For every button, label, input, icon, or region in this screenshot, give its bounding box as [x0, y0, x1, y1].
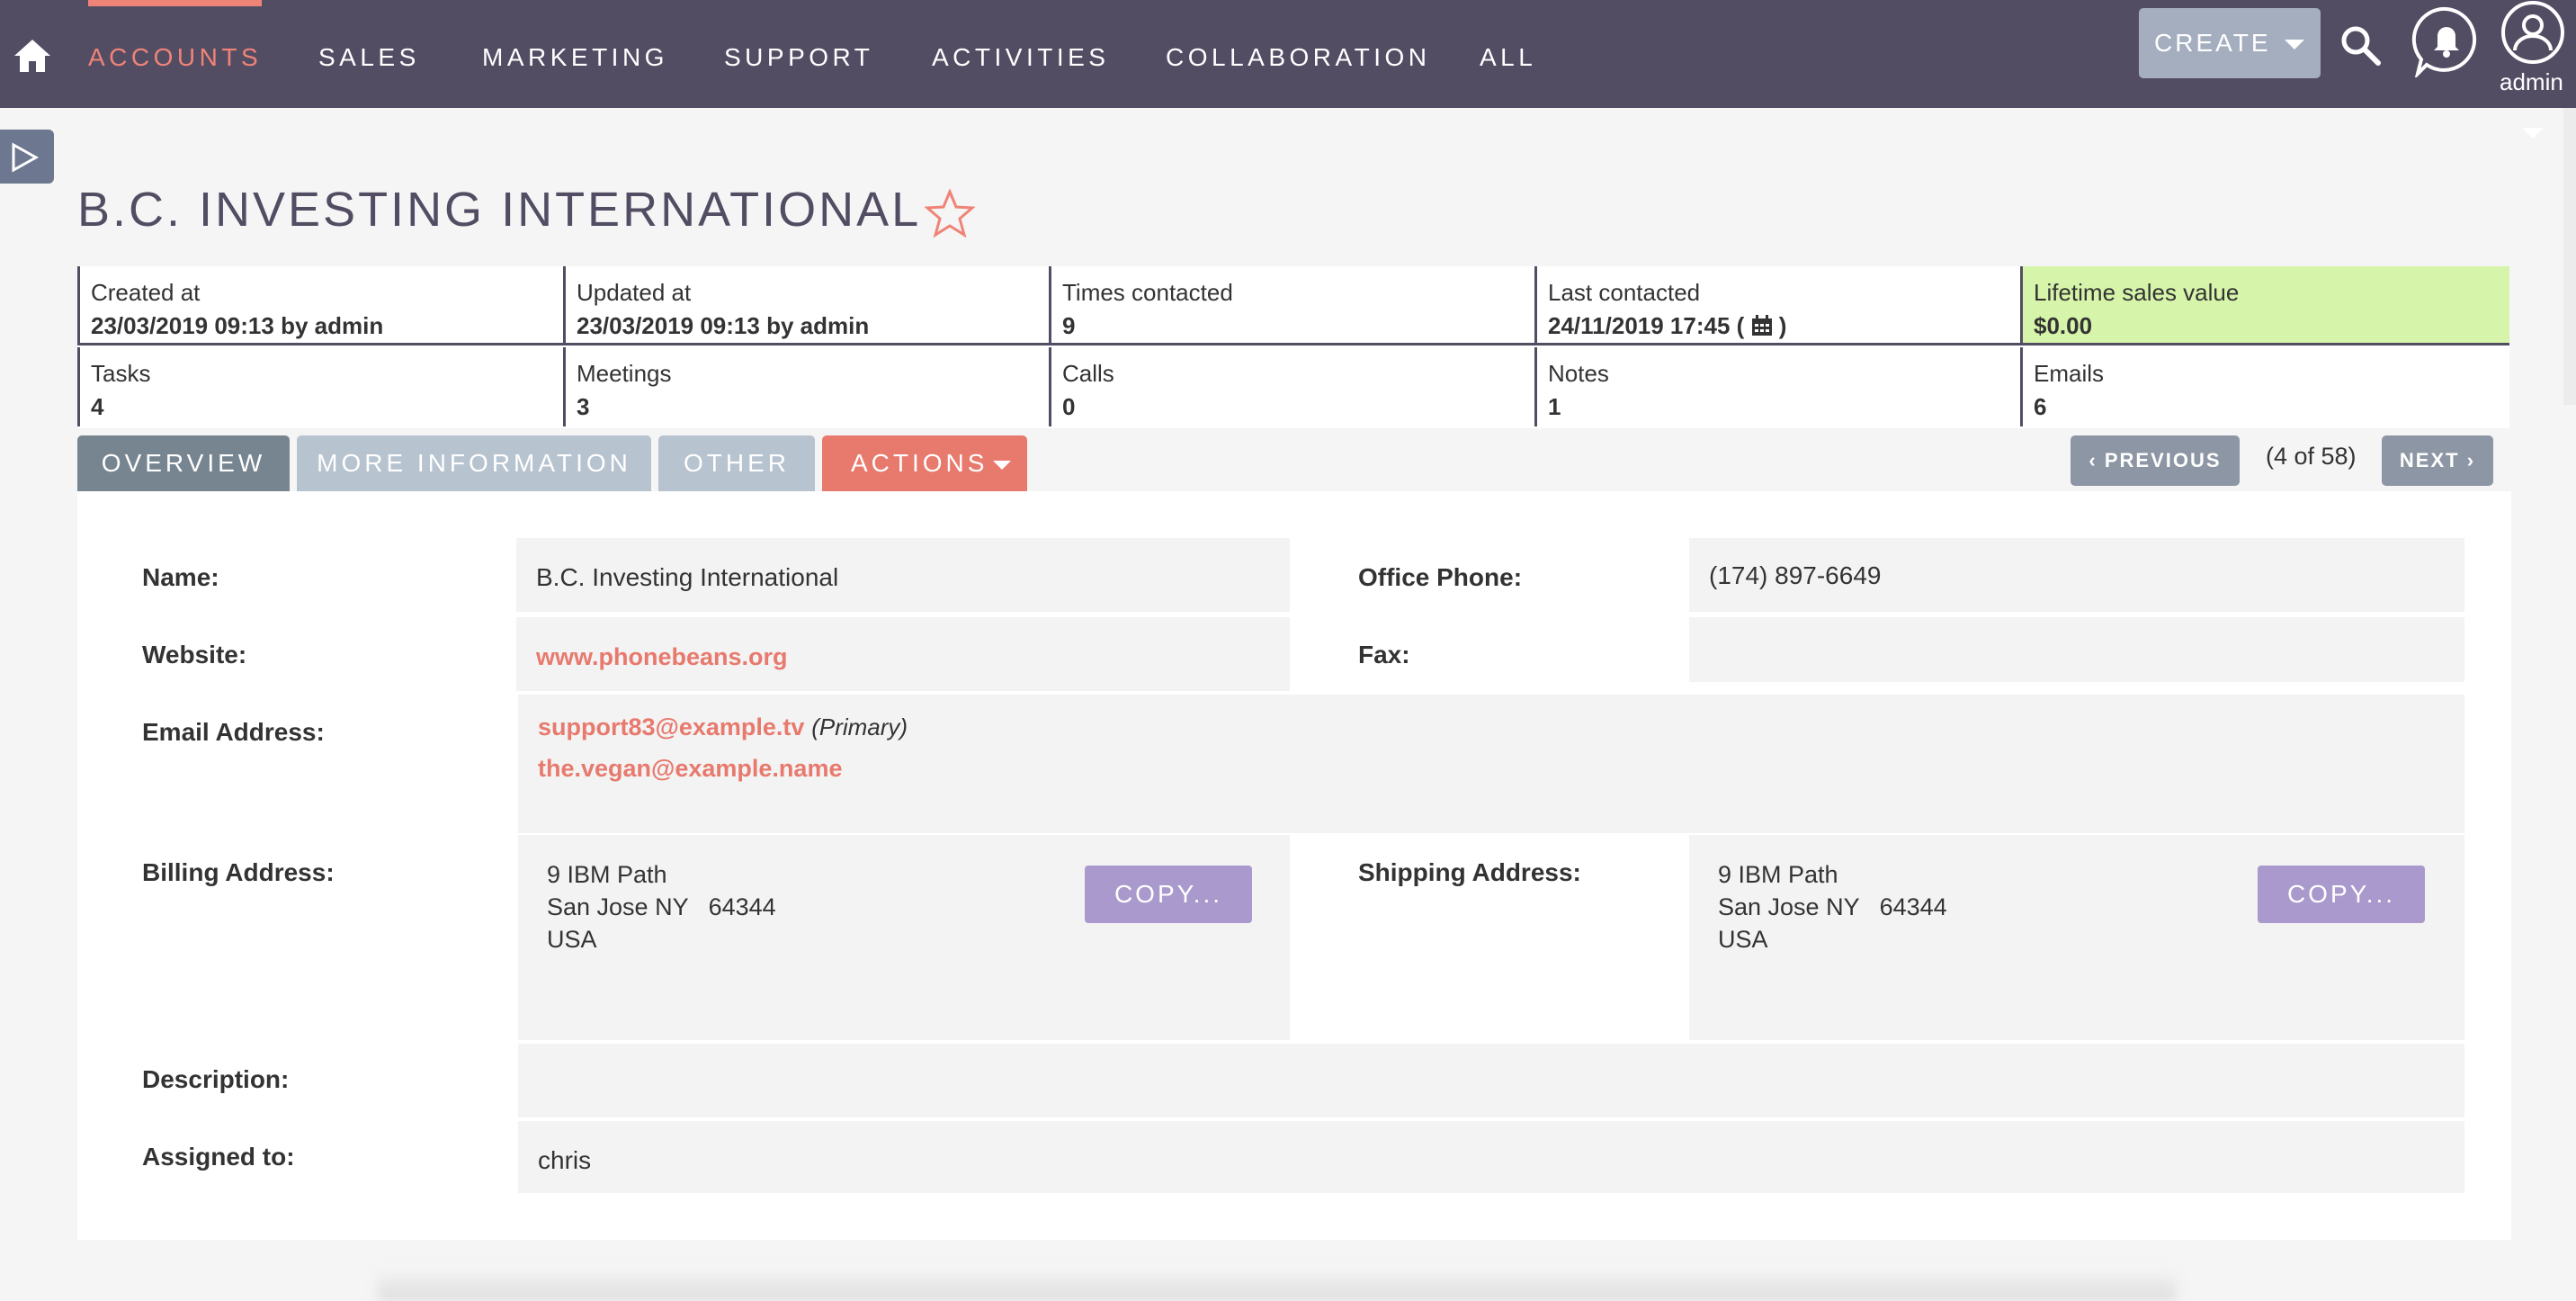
previous-button-label: PREVIOUS: [2104, 449, 2222, 471]
stat-label: Calls: [1062, 360, 1114, 387]
assigned-to-label: Assigned to:: [142, 1143, 295, 1171]
office-phone-label: Office Phone:: [1358, 563, 1523, 591]
previous-button[interactable]: ‹ PREVIOUS: [2071, 435, 2240, 486]
user-menu-caret-icon[interactable]: [2522, 128, 2544, 139]
stat-value: 9: [1062, 312, 1076, 339]
nav-item-support[interactable]: SUPPORT: [724, 0, 873, 108]
record-stats: Created at 23/03/2019 09:13 by admin Upd…: [77, 266, 2509, 428]
star-icon[interactable]: [925, 189, 975, 239]
nav-item-collaboration[interactable]: COLLABORATION: [1166, 0, 1430, 108]
detail-panel: Name: B.C. Investing International Offic…: [77, 491, 2511, 1240]
record-position: (4 of 58): [2266, 443, 2357, 470]
billing-address-field: 9 IBM Path San Jose NY 64344 USA COPY...: [518, 835, 1290, 1040]
tab-overview[interactable]: OVERVIEW: [77, 435, 290, 491]
stat-label: Emails: [2034, 360, 2105, 387]
stat-value: 4: [91, 393, 104, 420]
sidebar-toggle-button[interactable]: [0, 130, 54, 184]
scrollbar[interactable]: [2563, 108, 2576, 405]
stat-notes: Notes 1: [1534, 347, 2020, 426]
chevron-left-icon: ‹: [2089, 449, 2105, 471]
page-title: B.C. INVESTING INTERNATIONAL: [77, 183, 922, 237]
email-field: support83@example.tv (Primary) the.vegan…: [518, 695, 2464, 833]
shipping-line: USA: [1718, 926, 1768, 953]
stat-label: Created at: [91, 279, 201, 306]
description-field[interactable]: [518, 1044, 2464, 1117]
shipping-address-field: 9 IBM Path San Jose NY 64344 USA COPY...: [1689, 835, 2464, 1040]
nav-item-sales[interactable]: SALES: [318, 0, 420, 108]
stat-label: Tasks: [91, 360, 151, 387]
stat-updated-at: Updated at 23/03/2019 09:13 by admin: [563, 266, 1049, 345]
tab-actions[interactable]: ACTIONS: [822, 435, 1027, 491]
website-label: Website:: [142, 641, 247, 668]
stat-label: Last contacted: [1548, 279, 1701, 306]
nav-item-marketing[interactable]: MARKETING: [482, 0, 668, 108]
top-nav: ACCOUNTS SALES MARKETING SUPPORT ACTIVIT…: [0, 0, 2576, 108]
chevron-down-icon: [2285, 40, 2304, 49]
calendar-icon[interactable]: [1751, 315, 1773, 336]
copy-billing-button[interactable]: COPY...: [1085, 866, 1252, 923]
stat-value: 1: [1548, 393, 1561, 420]
search-icon[interactable]: [2339, 23, 2382, 67]
tab-actions-label: ACTIONS: [851, 449, 988, 477]
sidebar-toggle-icon: [12, 142, 40, 173]
last-contacted-suffix: ): [1778, 312, 1787, 339]
next-button-label: NEXT: [2399, 449, 2460, 471]
description-label: Description:: [142, 1065, 290, 1093]
create-button-label: CREATE: [2154, 29, 2271, 57]
chevron-right-icon: ›: [2459, 449, 2476, 471]
stat-label: Lifetime sales value: [2034, 279, 2240, 306]
stat-label: Times contacted: [1062, 279, 1233, 306]
stat-emails: Emails 6: [2020, 347, 2509, 426]
shipping-address-label: Shipping Address:: [1358, 858, 1581, 886]
user-name-label[interactable]: admin: [2500, 68, 2563, 96]
chevron-down-icon: [993, 461, 1011, 470]
nav-item-activities[interactable]: ACTIVITIES: [932, 0, 1109, 108]
stat-value: 6: [2034, 393, 2047, 420]
website-link[interactable]: www.phonebeans.org: [536, 643, 788, 670]
stat-label: Meetings: [577, 360, 672, 387]
stat-value: 23/03/2019 09:13 by admin: [577, 312, 870, 339]
stat-value: 24/11/2019 17:45 ( ): [1548, 312, 2020, 340]
email-primary-link[interactable]: support83@example.tv: [538, 713, 804, 740]
nav-item-accounts[interactable]: ACCOUNTS: [88, 0, 263, 108]
create-button[interactable]: CREATE: [2139, 8, 2321, 78]
billing-line: USA: [547, 926, 597, 953]
stat-label: Notes: [1548, 360, 1609, 387]
tab-more-information[interactable]: MORE INFORMATION: [297, 435, 651, 491]
stat-value: $0.00: [2034, 312, 2093, 339]
last-contacted-date: 24/11/2019 17:45 (: [1548, 312, 1745, 339]
stat-meetings: Meetings 3: [563, 347, 1049, 426]
fax-field[interactable]: [1689, 617, 2464, 682]
name-label: Name:: [142, 563, 219, 591]
footer-shadow: [378, 1269, 2177, 1301]
billing-address-label: Billing Address:: [142, 858, 335, 886]
tab-other[interactable]: OTHER: [658, 435, 815, 491]
stat-times-contacted: Times contacted 9: [1049, 266, 1534, 345]
name-field[interactable]: B.C. Investing International: [516, 538, 1290, 612]
stat-created-at: Created at 23/03/2019 09:13 by admin: [77, 266, 563, 345]
stat-value: 0: [1062, 393, 1076, 420]
stat-value: 3: [577, 393, 590, 420]
stat-label: Updated at: [577, 279, 692, 306]
email-primary-tag: (Primary): [811, 713, 908, 740]
stat-value: 23/03/2019 09:13 by admin: [91, 312, 384, 339]
website-field: www.phonebeans.org: [516, 617, 1290, 691]
assigned-to-field[interactable]: chris: [518, 1121, 2464, 1193]
fax-label: Fax:: [1358, 641, 1410, 668]
home-icon[interactable]: [13, 36, 52, 76]
bell-icon[interactable]: [2411, 5, 2482, 77]
stat-calls: Calls 0: [1049, 347, 1534, 426]
user-icon[interactable]: [2499, 0, 2567, 65]
email-secondary-link[interactable]: the.vegan@example.name: [538, 755, 842, 782]
stat-last-contacted: Last contacted 24/11/2019 17:45 ( ): [1534, 266, 2020, 345]
stat-lifetime-sales-value: Lifetime sales value $0.00: [2020, 266, 2509, 345]
stat-tasks: Tasks 4: [77, 347, 563, 426]
office-phone-field[interactable]: (174) 897-6649: [1689, 538, 2464, 612]
next-button[interactable]: NEXT ›: [2382, 435, 2493, 486]
email-label: Email Address:: [142, 718, 325, 746]
nav-item-all[interactable]: ALL: [1480, 0, 1536, 108]
copy-shipping-button[interactable]: COPY...: [2258, 866, 2425, 923]
